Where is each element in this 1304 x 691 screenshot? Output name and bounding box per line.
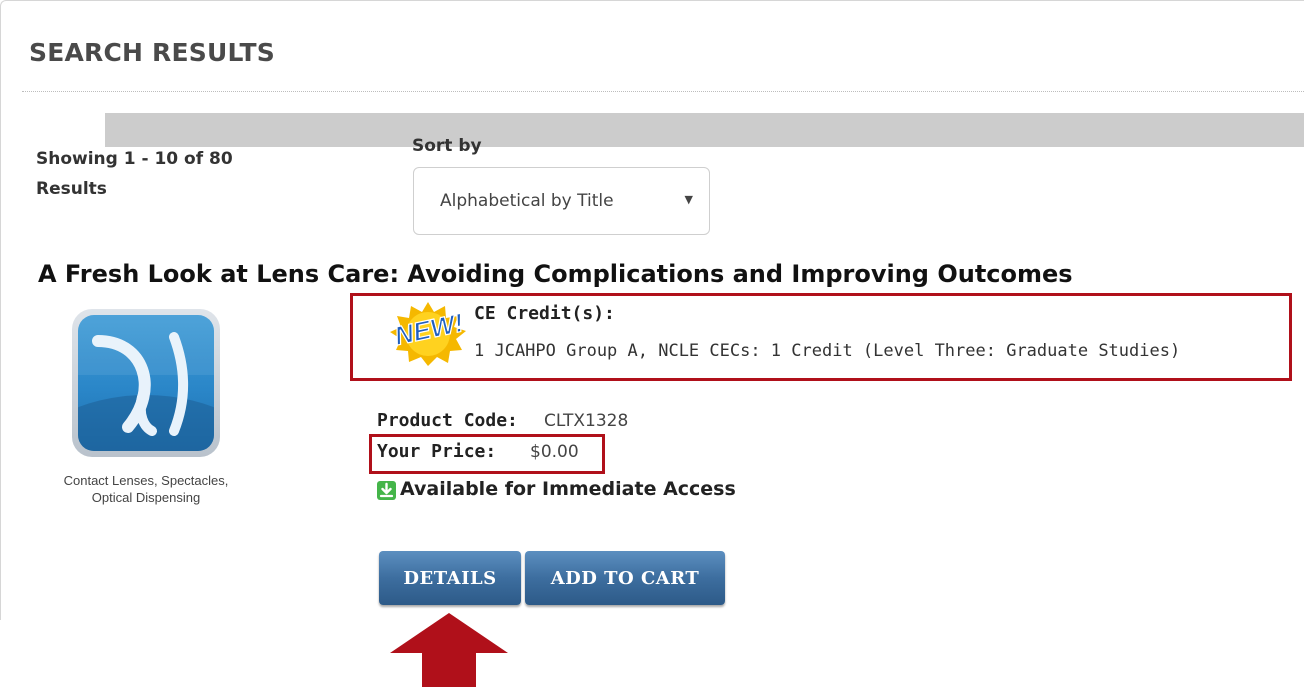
- category-caption: Contact Lenses, Spectacles, Optical Disp…: [63, 473, 229, 505]
- price-value: $0.00: [530, 442, 579, 462]
- product-code-label: Product Code:: [377, 410, 518, 431]
- credit-text: 1 JCAHPO Group A, NCLE CECs: 1 Credit (L…: [474, 341, 1181, 361]
- lens-category-icon: [78, 315, 214, 451]
- download-icon: [377, 481, 396, 500]
- results-count: Showing 1 - 10 of 80 Results: [36, 149, 233, 199]
- caret-down-icon: ▼: [684, 193, 693, 206]
- sort-toolbar-bar: [105, 113, 1304, 147]
- add-to-cart-button[interactable]: ADD TO CART: [525, 551, 725, 605]
- details-button[interactable]: DETAILS: [379, 551, 521, 605]
- sort-select[interactable]: Alphabetical by Title ▼: [413, 167, 710, 235]
- product-title[interactable]: A Fresh Look at Lens Care: Avoiding Comp…: [38, 260, 1073, 288]
- page-title: SEARCH RESULTS: [29, 38, 275, 67]
- sort-label: Sort by: [412, 136, 482, 156]
- product-code-value: CLTX1328: [544, 411, 629, 431]
- product-thumbnail[interactable]: [72, 309, 220, 457]
- sort-selected-value: Alphabetical by Title: [440, 191, 614, 211]
- price-label: Your Price:: [377, 441, 497, 462]
- new-badge-icon: NEW!: [384, 298, 472, 372]
- heading-divider: [22, 91, 1304, 92]
- availability-text: Available for Immediate Access: [400, 478, 736, 500]
- credit-label: CE Credit(s):: [474, 303, 615, 324]
- arrow-up-icon: [390, 613, 508, 691]
